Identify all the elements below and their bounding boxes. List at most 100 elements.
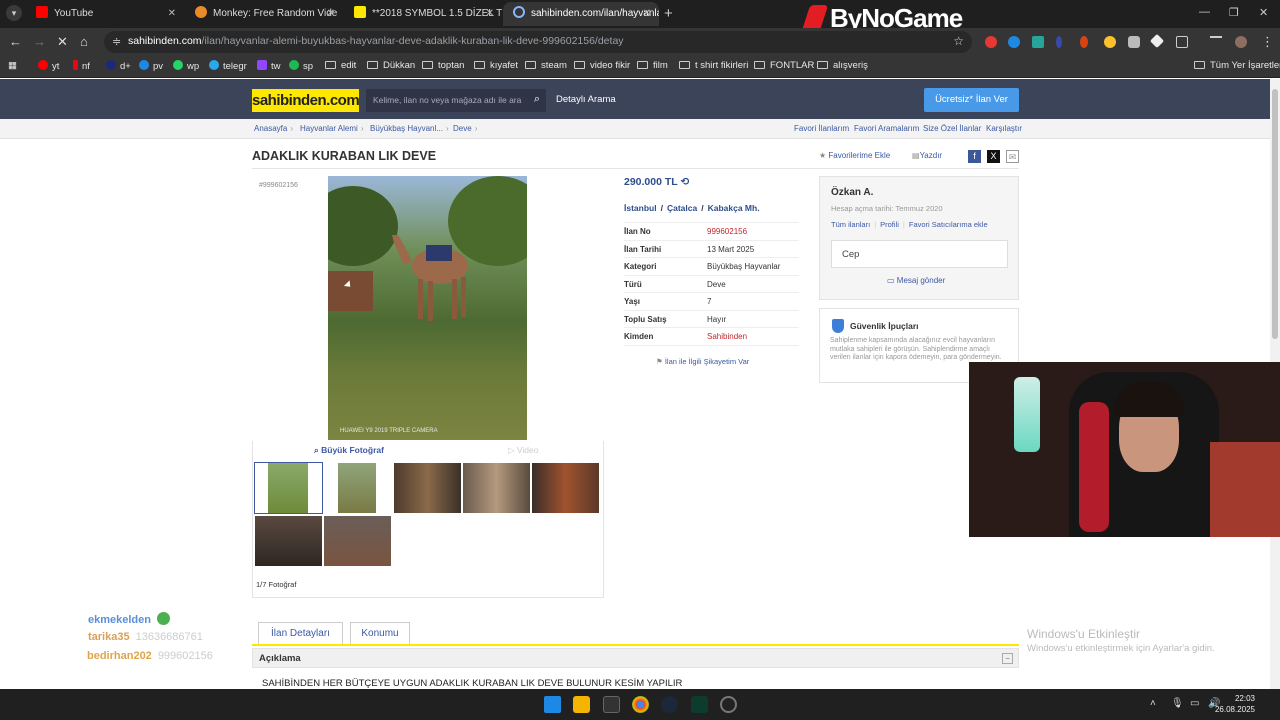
favorite-searches-link[interactable]: Favori Aramalarım [854,124,919,133]
close-tab-icon[interactable]: ✕ [327,2,335,26]
print-link[interactable]: ▤Yazdır [912,151,942,160]
bookmark-yt[interactable]: yt [38,60,59,72]
steam-icon[interactable] [661,696,678,713]
all-bookmarks[interactable]: Tüm Yer İşaretleri [1194,60,1280,71]
thumbnail-6[interactable] [255,516,322,566]
bookmark-folder-film[interactable]: film [637,60,668,71]
search-icon[interactable]: ⌕ [534,93,540,106]
favorite-ads-link[interactable]: Favori İlanlarım [794,124,849,133]
tab-monkey[interactable]: Monkey: Free Random Vide ✕ [185,2,343,26]
extension-coin-icon[interactable] [1104,36,1116,48]
bookmark-folder-kiyafet[interactable]: kıyafet [474,60,518,71]
tab-location[interactable]: Konumu [350,622,410,645]
forward-icon[interactable]: → [33,34,46,49]
bookmark-folder-toptan[interactable]: toptan [422,60,464,71]
tab-listing-details[interactable]: İlan Detayları [258,622,343,645]
minimize-icon[interactable]: — [1199,6,1210,18]
menu-kebab-icon[interactable]: ⋮ [1261,34,1274,50]
location-neighborhood[interactable]: Kabakça Mh. [708,203,760,213]
thumbnail-3[interactable] [394,463,461,513]
bookmark-folder-alisveris[interactable]: alışveriş [817,60,868,71]
reading-list-icon[interactable] [1210,36,1222,44]
profile-link[interactable]: Profili [880,220,899,229]
bookmark-dplus[interactable]: d+ [106,60,131,72]
close-tab-icon[interactable]: ✕ [643,2,651,26]
compare-link[interactable]: Karşılaştır [986,124,1022,133]
special-ads-link[interactable]: Size Özel İlanlar [923,124,981,133]
thumbnail-4[interactable] [463,463,530,513]
extension-teal-icon[interactable] [1032,36,1044,48]
network-icon[interactable]: ▭ [1190,698,1199,709]
thumbnail-2[interactable] [324,463,391,513]
extension-blue-icon[interactable] [1008,36,1020,48]
breadcrumb-livestock[interactable]: Büyükbaş Hayvanl... › [370,124,449,133]
microphone-icon[interactable]: 🎙 [1171,698,1184,709]
thumbnail-7[interactable] [324,516,391,566]
home-icon[interactable]: ⌂ [80,34,88,49]
tab-symbol[interactable]: **2018 SYMBOL 1.5 DİZEL TRA ✕ [344,2,502,26]
detailed-search-link[interactable]: Detaylı Arama [556,94,616,105]
main-photo[interactable]: HUAWEI Y9 2019 TRIPLE CAMERA [328,176,527,440]
thumbnail-1[interactable] [254,462,323,514]
extension-orange-icon[interactable] [1080,36,1088,48]
close-tab-icon[interactable]: ✕ [168,2,176,26]
shield-extension-icon[interactable] [1128,36,1140,48]
sahibinden-logo[interactable]: sahibinden.com [252,89,360,112]
all-ads-link[interactable]: Tüm ilanları [831,220,870,229]
collapse-icon[interactable]: − [1002,653,1013,664]
send-message-link[interactable]: ▭ Mesaj gönder [887,276,945,285]
close-tab-icon[interactable]: ✕ [486,2,494,26]
bookmark-star-icon[interactable]: ☆ [953,34,964,48]
tab-youtube[interactable]: YouTube ✕ [26,2,184,26]
email-share-icon[interactable]: ✉ [1006,150,1019,163]
new-tab-button[interactable]: + [664,5,673,22]
system-clock[interactable]: 22:03 26.08.2025 [1215,693,1255,715]
phone-box[interactable]: Cep [831,240,1008,268]
bookmark-folder-edit[interactable]: edit [325,60,356,71]
favorite-seller-link[interactable]: Favori Satıcılarıma ekle [909,220,988,229]
file-explorer-icon[interactable] [573,696,590,713]
bookmark-nf[interactable]: nf [73,60,90,72]
bookmark-wp[interactable]: wp [173,60,199,72]
bookmark-folder-tshirt[interactable]: t shirt fikirleri [679,60,748,71]
bookmark-folder-dukkan[interactable]: Dükkan [367,60,415,71]
stop-loading-icon[interactable]: ✕ [57,34,68,50]
chrome-icon[interactable] [632,696,649,713]
x-share-icon[interactable]: X [987,150,1000,163]
breadcrumb-home[interactable]: Anasayfa › [254,124,293,133]
bookmark-folder-video-fikir[interactable]: video fikir [574,60,630,71]
facebook-share-icon[interactable]: f [968,150,981,163]
close-window-icon[interactable]: ✕ [1259,6,1268,19]
add-favorite-link[interactable]: ★ Favorilerime Ekle [819,151,890,160]
location-district[interactable]: Çatalca [667,203,697,213]
breadcrumb-animals[interactable]: Hayvanlar Alemi › [300,124,363,133]
tab-search-button[interactable]: ▾ [6,5,22,21]
apps-grid-icon[interactable]: ▦ [8,60,17,71]
tray-overflow-icon[interactable]: ˄ [1150,698,1156,709]
post-ad-button[interactable]: Ücretsiz* İlan Ver [924,88,1019,112]
terminal-icon[interactable] [603,696,620,713]
scrollbar-thumb[interactable] [1272,89,1278,339]
price-history-icon[interactable]: ⟲ [680,176,689,188]
site-search-input[interactable]: Kelime, ilan no veya mağaza adı ile ara … [366,89,546,112]
thumbnail-5[interactable] [532,463,599,513]
profile-avatar[interactable] [1235,36,1247,48]
restore-icon[interactable]: ❐ [1229,6,1239,19]
breadcrumb-camel[interactable]: Deve › [453,124,477,133]
obs-icon[interactable] [720,696,737,713]
back-icon[interactable]: ← [9,34,22,49]
bookmark-folder-fontlar[interactable]: FONTLAR [754,60,814,71]
tab-sahibinden-active[interactable]: sahibinden.com/ilan/hayvanlar ✕ [503,2,659,26]
big-photo-button[interactable]: ⌕ Büyük Fotoğraf [314,445,384,456]
start-windows-icon[interactable] [544,696,561,713]
bookmark-folder-steam[interactable]: steam [525,60,567,71]
location-city[interactable]: İstanbul [624,203,657,213]
site-info-icon[interactable]: ≑ [112,35,121,48]
diamond-extension-icon[interactable] [1149,33,1165,49]
bookmark-twitch[interactable]: tw [257,60,281,72]
extensions-puzzle-icon[interactable] [1176,36,1188,48]
extension-red-icon[interactable] [985,36,997,48]
address-bar[interactable]: ≑ sahibinden.com/ilan/hayvanlar-alemi-bu… [104,31,972,53]
kick-icon[interactable] [691,696,708,713]
report-listing-link[interactable]: ⚑ İlan ile İlgili Şikayetim Var [656,357,749,366]
